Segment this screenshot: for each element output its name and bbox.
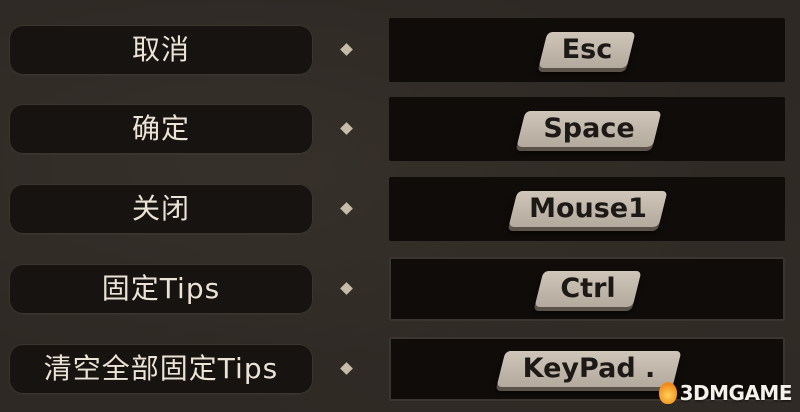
key-label: Mouse1 [529,193,647,224]
keybinding-row-pin-tips: 固定Tips Ctrl [0,257,800,323]
keybinding-list: 取消 Esc 确定 Space 关闭 Mouse1 固定Tips Ctrl 清空… [0,0,800,412]
flame-logo-icon [658,382,677,404]
watermark: 3DMGAME [658,380,793,406]
action-label: 清空全部固定Tips [9,344,313,394]
key-binding-slot[interactable]: Ctrl [389,257,785,321]
keybinding-row-cancel: 取消 Esc [0,18,800,84]
key-binding-slot[interactable]: Mouse1 [389,177,785,241]
keycap: KeyPad . [496,351,682,387]
diamond-separator-icon [340,362,353,375]
diamond-separator-icon [340,202,353,215]
action-label: 关闭 [9,184,313,234]
keybinding-row-confirm: 确定 Space [0,97,800,163]
action-label: 取消 [9,25,313,75]
keycap: Space [516,111,662,147]
keycap: Mouse1 [508,191,668,227]
diamond-separator-icon [340,43,353,56]
key-label: KeyPad . [522,353,656,384]
key-label: Esc [561,34,613,65]
diamond-separator-icon [340,282,353,295]
keybinding-row-close: 关闭 Mouse1 [0,177,800,243]
key-binding-slot[interactable]: Esc [389,18,785,82]
key-label: Space [543,113,635,144]
key-binding-slot[interactable]: Space [389,97,785,161]
diamond-separator-icon [340,122,353,135]
action-label: 确定 [9,104,313,154]
keycap: Esc [538,32,636,68]
keycap: Ctrl [534,271,642,307]
action-label: 固定Tips [9,264,313,314]
key-label: Ctrl [560,273,616,304]
watermark-text: 3DMGAME [679,381,793,405]
